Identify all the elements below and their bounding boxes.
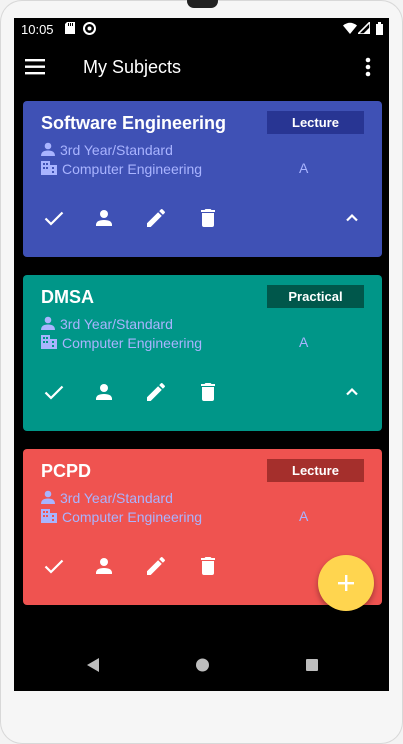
person-icon[interactable]	[92, 554, 116, 578]
phone-screen: 10:05 My Subjects Software Engineering L…	[14, 18, 389, 691]
hamburger-menu-icon[interactable]	[25, 58, 47, 81]
system-nav-bar	[14, 643, 389, 691]
status-time: 10:05	[21, 22, 54, 37]
subject-name: DMSA	[41, 287, 94, 307]
edit-pencil-icon[interactable]	[144, 206, 168, 230]
subject-name: Software Engineering	[41, 113, 227, 133]
subject-section: A	[299, 334, 309, 350]
person-icon	[41, 316, 55, 334]
back-icon[interactable]	[86, 657, 100, 678]
add-subject-button[interactable]	[318, 555, 374, 611]
subject-year-row: 3rd Year/Standard	[41, 489, 173, 507]
check-icon[interactable]	[42, 554, 66, 578]
subject-year: 3rd Year/Standard	[60, 490, 173, 506]
wifi-icon	[343, 22, 357, 37]
edit-pencil-icon[interactable]	[144, 554, 168, 578]
card-actions	[23, 380, 382, 404]
subject-department: Computer Engineering	[62, 509, 203, 525]
sd-card-icon	[65, 22, 75, 37]
more-vertical-icon[interactable]	[364, 56, 372, 83]
subject-department: Computer Engineering	[62, 161, 203, 177]
subject-department-row: Computer Engineering	[41, 508, 202, 526]
subject-section: A	[299, 508, 309, 524]
building-icon	[41, 161, 57, 179]
app-bar: My Subjects	[14, 42, 389, 94]
subject-section: A	[299, 160, 309, 176]
delete-icon[interactable]	[196, 380, 220, 404]
subject-card[interactable]: Software Engineering Lecture 3rd Year/St…	[23, 101, 382, 257]
status-bar: 10:05	[14, 18, 389, 42]
signal-icon	[356, 20, 371, 37]
subject-name: PCPD	[41, 461, 92, 481]
subject-year: 3rd Year/Standard	[60, 316, 173, 332]
subject-type-badge: Practical	[267, 285, 364, 308]
phone-frame: 10:05 My Subjects Software Engineering L…	[0, 0, 403, 744]
subject-year: 3rd Year/Standard	[60, 142, 173, 158]
battery-icon	[376, 22, 383, 38]
expand-less-icon[interactable]	[340, 206, 364, 230]
subject-type-badge: Lecture	[267, 459, 364, 482]
delete-icon[interactable]	[196, 554, 220, 578]
building-icon	[41, 335, 57, 353]
card-actions	[23, 206, 382, 230]
person-icon	[41, 142, 55, 160]
expand-less-icon[interactable]	[340, 380, 364, 404]
building-icon	[41, 509, 57, 527]
check-icon[interactable]	[42, 380, 66, 404]
person-icon[interactable]	[92, 206, 116, 230]
subject-year-row: 3rd Year/Standard	[41, 141, 173, 159]
person-icon	[41, 490, 55, 508]
subject-department: Computer Engineering	[62, 335, 203, 351]
delete-icon[interactable]	[196, 206, 220, 230]
home-icon[interactable]	[195, 657, 210, 678]
sync-icon	[83, 22, 96, 38]
subject-card[interactable]: DMSA Practical 3rd Year/Standard Compute…	[23, 275, 382, 431]
page-title: My Subjects	[83, 57, 182, 77]
check-icon[interactable]	[42, 206, 66, 230]
subject-department-row: Computer Engineering	[41, 334, 202, 352]
edit-pencil-icon[interactable]	[144, 380, 168, 404]
phone-speaker	[187, 0, 218, 8]
plus-icon	[338, 575, 354, 591]
subject-year-row: 3rd Year/Standard	[41, 315, 173, 333]
subject-department-row: Computer Engineering	[41, 160, 202, 178]
person-icon[interactable]	[92, 380, 116, 404]
subject-type-badge: Lecture	[267, 111, 364, 134]
recents-icon[interactable]	[305, 657, 319, 678]
